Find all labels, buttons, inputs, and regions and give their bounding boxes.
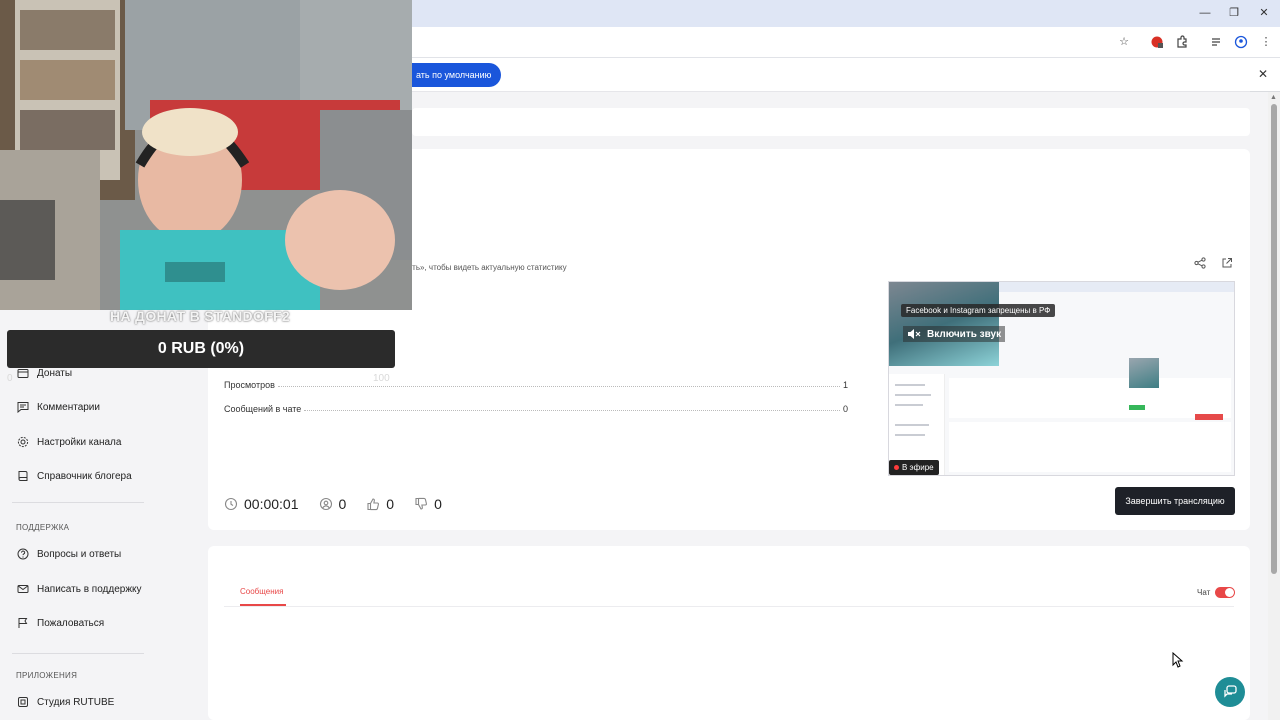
sidebar-item-faq[interactable]: Вопросы и ответы bbox=[16, 544, 121, 564]
viewer-icon bbox=[319, 497, 333, 511]
mail-icon bbox=[16, 582, 30, 596]
comment-icon bbox=[16, 400, 30, 414]
likes-count: 0 bbox=[386, 496, 395, 512]
dislikes-metric: 0 bbox=[414, 496, 442, 512]
goal-min: 0 bbox=[7, 373, 13, 384]
viewers-metric: 0 bbox=[319, 496, 347, 512]
mouse-cursor-icon bbox=[1172, 652, 1184, 668]
restriction-badge: Facebook и Instagram запрещены в РФ bbox=[901, 304, 1056, 317]
studio-icon bbox=[16, 695, 30, 709]
chat-bubbles-icon bbox=[1222, 684, 1238, 700]
scroll-up-icon[interactable]: ▲ bbox=[1270, 94, 1277, 101]
sidebar-item-rutube-studio[interactable]: Студия RUTUBE bbox=[16, 692, 114, 712]
stat-row-chat-messages: Сообщений в чате 0 bbox=[224, 400, 848, 414]
muted-speaker-icon bbox=[907, 328, 921, 340]
thumbs-up-icon bbox=[366, 497, 380, 511]
scrollbar-thumb[interactable] bbox=[1271, 104, 1277, 574]
wallet-icon bbox=[16, 366, 30, 380]
preview-webcam-image bbox=[889, 282, 999, 366]
stat-value: 0 bbox=[842, 404, 848, 414]
chat-toggle-label: Чат bbox=[1197, 588, 1211, 597]
profile-icon[interactable] bbox=[1234, 35, 1248, 49]
sidebar-item-channel-settings[interactable]: Настройки канала bbox=[16, 432, 121, 452]
webcam-overlay bbox=[0, 0, 412, 310]
gear-icon bbox=[16, 435, 30, 449]
stat-label: Просмотров bbox=[224, 380, 275, 390]
unmute-button[interactable]: Включить звук bbox=[903, 326, 1006, 342]
sidebar-item-contact-support[interactable]: Написать в поддержку bbox=[16, 579, 142, 599]
chat-toggle[interactable] bbox=[1215, 587, 1235, 598]
stat-label: Сообщений в чате bbox=[224, 404, 302, 414]
top-strip bbox=[412, 108, 1250, 136]
thumbs-down-icon bbox=[414, 497, 428, 511]
media-list-icon[interactable] bbox=[1210, 35, 1224, 49]
sidebar-divider bbox=[12, 502, 144, 503]
live-badge: В эфире bbox=[889, 460, 939, 475]
minimize-icon[interactable]: — bbox=[1198, 6, 1212, 20]
stream-metrics: 00:00:01 0 0 0 bbox=[224, 495, 462, 513]
end-stream-button[interactable]: Завершить трансляцию bbox=[1115, 487, 1235, 515]
sidebar-item-comments[interactable]: Комментарии bbox=[16, 397, 100, 417]
header-divider bbox=[412, 91, 1250, 92]
support-section-title: ПОДДЕРЖКА bbox=[16, 523, 70, 532]
stat-value: 1 bbox=[842, 380, 848, 390]
bookmark-star-icon[interactable]: ☆ bbox=[1117, 35, 1131, 49]
tab-messages[interactable]: Сообщения bbox=[240, 587, 283, 596]
share-icon[interactable] bbox=[1193, 256, 1207, 270]
support-chat-button[interactable] bbox=[1215, 677, 1245, 707]
viewers-count: 0 bbox=[338, 496, 347, 512]
stat-row-views: Просмотров 1 bbox=[224, 376, 848, 390]
donation-progress: 0 RUB (0%) bbox=[7, 330, 395, 368]
webcam-image bbox=[0, 0, 412, 310]
clock-icon bbox=[224, 497, 238, 511]
unmute-label: Включить звук bbox=[927, 328, 1002, 340]
chat-card bbox=[208, 546, 1250, 720]
chat-divider bbox=[224, 606, 1234, 607]
sidebar-item-blogger-guide[interactable]: Справочник блогера bbox=[16, 466, 132, 486]
book-icon bbox=[16, 469, 30, 483]
live-dot-icon bbox=[894, 465, 899, 470]
timer-metric: 00:00:01 bbox=[224, 496, 299, 512]
sidebar-divider bbox=[12, 653, 144, 654]
apps-section-title: ПРИЛОЖЕНИЯ bbox=[16, 671, 78, 680]
puzzle-icon[interactable] bbox=[1175, 35, 1189, 49]
flag-icon bbox=[16, 616, 30, 630]
page-scrollbar[interactable]: ▲ bbox=[1268, 92, 1280, 720]
stream-preview[interactable]: Facebook и Instagram запрещены в РФ Вклю… bbox=[888, 281, 1235, 476]
donation-goal-title: НА ДОНАТ В STANDOFF2 bbox=[110, 308, 290, 324]
sidebar-item-report[interactable]: Пожаловаться bbox=[16, 613, 104, 633]
likes-metric: 0 bbox=[366, 496, 394, 512]
refresh-notice: бновить», чтобы видеть актуальную статис… bbox=[390, 263, 567, 272]
extension-badge-icon[interactable] bbox=[1150, 35, 1164, 49]
close-window-icon[interactable]: ✕ bbox=[1257, 6, 1271, 20]
close-infobar-icon[interactable]: ✕ bbox=[1258, 67, 1268, 81]
dislikes-count: 0 bbox=[434, 496, 442, 512]
goal-max: 100 bbox=[373, 373, 390, 384]
help-circle-icon bbox=[16, 547, 30, 561]
more-menu-icon[interactable]: ⋮ bbox=[1259, 35, 1273, 49]
open-external-icon[interactable] bbox=[1220, 256, 1234, 270]
restore-icon[interactable]: ❐ bbox=[1227, 6, 1241, 20]
stream-timer: 00:00:01 bbox=[244, 496, 299, 512]
